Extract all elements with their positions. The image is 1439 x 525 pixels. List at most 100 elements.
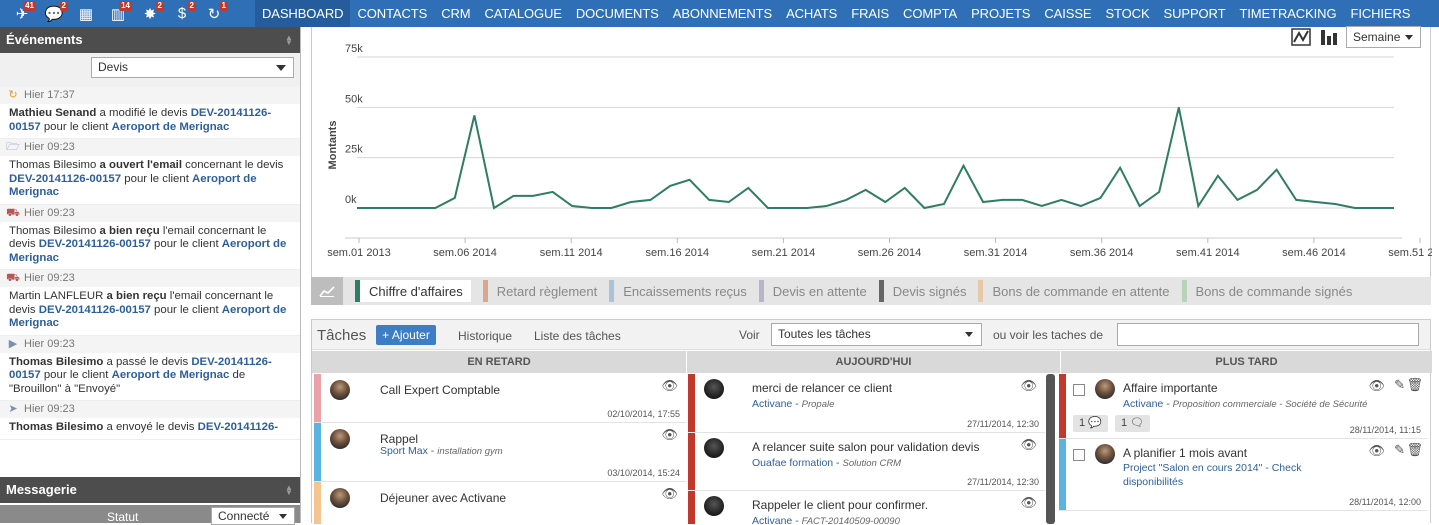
quick-dollar[interactable]: $2	[166, 0, 198, 27]
task-item[interactable]: Déjeuner avec Activane👁07/10/2014, 15:45	[314, 482, 686, 524]
event-link[interactable]: DEV-20141126-00157	[39, 304, 151, 316]
trash-icon[interactable]: 🗑	[1406, 442, 1423, 458]
event-emphasis: a bien reçu	[99, 224, 160, 237]
task-title[interactable]: merci de relancer ce client	[752, 381, 892, 395]
nav-documents[interactable]: DOCUMENTS	[569, 0, 666, 27]
event-link[interactable]: DEV-20141126-00157	[9, 173, 121, 185]
event-text[interactable]: Thomas Bilesimo a passé le devis DEV-201…	[0, 352, 300, 401]
task-subtitle[interactable]: Activane - Propale	[752, 398, 834, 410]
nav-catalogue[interactable]: CATALOGUE	[478, 0, 569, 27]
task-checkbox[interactable]	[1073, 384, 1085, 396]
quick-calendar[interactable]: ▦	[70, 0, 102, 27]
event-link[interactable]: DEV-20141126-	[198, 421, 278, 433]
task-checkbox[interactable]	[1073, 449, 1085, 461]
drag-handle-icon[interactable]: ▲ ▼	[285, 34, 293, 47]
series-tab[interactable]: Encaissements reçus	[609, 280, 747, 302]
task-title[interactable]: A planifier 1 mois avant	[1123, 446, 1247, 460]
user-tasks-input[interactable]	[1117, 323, 1419, 346]
eye-icon[interactable]: 👁	[1020, 495, 1037, 511]
comment-count[interactable]: 1 💬	[1073, 415, 1108, 432]
event-link[interactable]: DEV-20141126-00157	[39, 238, 151, 250]
task-filter-select[interactable]: Toutes les tâches	[771, 323, 982, 346]
event-text[interactable]: Thomas Bilesimo a ouvert l'email concern…	[0, 156, 300, 205]
scrollbar[interactable]	[1046, 374, 1055, 524]
eye-icon[interactable]: 👁	[1020, 437, 1037, 453]
column-header-late: EN RETARD	[312, 351, 686, 373]
drag-handle-icon[interactable]: ▲ ▼	[285, 484, 293, 497]
task-item[interactable]: A relancer suite salon pour validation d…	[688, 433, 1045, 491]
task-subtitle[interactable]: Ouafae formation - Solution CRM	[752, 457, 901, 469]
eye-icon[interactable]: 👁	[661, 486, 678, 502]
nav-abonnements[interactable]: ABONNEMENTS	[666, 0, 779, 27]
task-title[interactable]: Call Expert Comptable	[380, 383, 500, 397]
quick-pin[interactable]: ✈ 41	[6, 0, 38, 27]
line-chart-toggle[interactable]	[1290, 27, 1312, 47]
nav-timetracking[interactable]: TIMETRACKING	[1232, 0, 1343, 27]
task-title[interactable]: Rappel	[380, 432, 418, 446]
series-tab[interactable]: Retard règlement	[482, 280, 597, 302]
eye-icon[interactable]: 👁	[661, 427, 678, 443]
period-select[interactable]: Semaine	[1346, 26, 1421, 48]
reply-count[interactable]: 1 🗨	[1115, 415, 1151, 432]
task-item[interactable]: Rappeler le client pour confirmer. Activa…	[688, 491, 1045, 524]
bar-chart-toggle[interactable]	[1318, 27, 1340, 47]
event-link[interactable]: Aeroport de Merignac	[112, 369, 230, 381]
quick-refresh[interactable]: ↻ 1	[198, 0, 230, 27]
task-company[interactable]: Activane	[1123, 398, 1163, 410]
eye-icon[interactable]: 👁	[661, 378, 678, 394]
events-filter-select[interactable]: Devis	[91, 57, 294, 78]
event-text[interactable]: Thomas Bilesimo a bien reçu l'email conc…	[0, 221, 300, 270]
event-text[interactable]: Martin LANFLEUR a bien reçu l'email conc…	[0, 287, 300, 336]
series-tab[interactable]: Bons de commande en attente	[978, 280, 1170, 302]
nav-crm[interactable]: CRM	[434, 0, 477, 27]
quick-chat[interactable]: 💬 2	[38, 0, 70, 27]
series-tab[interactable]: Bons de commande signés	[1181, 280, 1352, 302]
nav-caisse[interactable]: CAISSE	[1037, 0, 1098, 27]
nav-support[interactable]: SUPPORT	[1157, 0, 1233, 27]
nav-achats[interactable]: ACHATS	[779, 0, 844, 27]
nav-contacts[interactable]: CONTACTS	[350, 0, 434, 27]
quick-bug[interactable]: ✸ 2	[134, 0, 166, 27]
task-company[interactable]: Activane	[752, 398, 792, 410]
task-subtitle[interactable]: Project "Salon en cours 2014" - Check di…	[1123, 461, 1343, 489]
nav-compta[interactable]: COMPTA	[896, 0, 964, 27]
trash-icon[interactable]: 🗑	[1406, 377, 1423, 393]
nav-stock[interactable]: STOCK	[1098, 0, 1156, 27]
task-title[interactable]: A relancer suite salon pour validation d…	[752, 440, 979, 454]
task-list-link[interactable]: Liste des tâches	[534, 329, 621, 343]
task-item[interactable]: Call Expert Comptable 👁 02/10/2014, 17:55	[314, 374, 686, 423]
nav-frais[interactable]: FRAIS	[844, 0, 896, 27]
nav-dashboard[interactable]: DASHBOARD	[255, 0, 351, 27]
pencil-icon[interactable]: ✎	[1394, 442, 1405, 458]
series-tab[interactable]: Chiffre d'affaires	[355, 280, 471, 302]
history-link[interactable]: Historique	[458, 329, 512, 343]
eye-icon[interactable]: 👁	[1368, 443, 1385, 459]
task-title[interactable]: Rappeler le client pour confirmer.	[752, 498, 928, 512]
task-company[interactable]: Ouafae formation	[752, 457, 833, 469]
task-item[interactable]: Rappel Sport Max - installation gym 👁 03/10…	[314, 423, 686, 482]
task-item[interactable]: merci de relancer ce client Activane - Pr…	[688, 374, 1045, 433]
pencil-icon[interactable]: ✎	[1394, 377, 1405, 393]
status-select[interactable]: Connecté	[211, 507, 295, 525]
task-item[interactable]: A planifier 1 mois avant Project "Salon e…	[1059, 439, 1427, 511]
eye-icon[interactable]: 👁	[1368, 378, 1385, 394]
add-task-button[interactable]: + Ajouter	[376, 325, 436, 345]
task-title[interactable]: Affaire importante	[1123, 381, 1218, 395]
task-company[interactable]: Project "Salon en cours 2014" - Check di…	[1123, 462, 1301, 488]
event-link[interactable]: Aeroport de Merignac	[112, 121, 230, 133]
series-tab[interactable]: Devis en attente	[758, 280, 867, 302]
task-item[interactable]: Affaire importante Activane - Proposition…	[1059, 374, 1427, 439]
event-text[interactable]: Thomas Bilesimo a envoyé le devis DEV-20…	[0, 418, 300, 440]
quick-stats[interactable]: ▥ 14	[102, 0, 134, 27]
eye-icon[interactable]: 👁	[1020, 378, 1037, 394]
nav-projets[interactable]: PROJETS	[964, 0, 1037, 27]
event-text[interactable]: Mathieu Senand a modifié le devis DEV-20…	[0, 104, 300, 139]
tasks-title: Tâches	[317, 327, 367, 344]
messagerie-header[interactable]: Messagerie ▲ ▼	[0, 477, 300, 503]
nav-fichiers[interactable]: FICHIERS	[1343, 0, 1417, 27]
task-company[interactable]: Sport Max	[380, 445, 428, 457]
series-tab[interactable]: Devis signés	[878, 280, 966, 302]
task-subtitle[interactable]: Sport Max - installation gym	[380, 445, 503, 457]
task-title[interactable]: Déjeuner avec Activane	[380, 491, 506, 505]
task-subtitle[interactable]: Activane - Proposition commerciale - Soc…	[1123, 398, 1367, 410]
